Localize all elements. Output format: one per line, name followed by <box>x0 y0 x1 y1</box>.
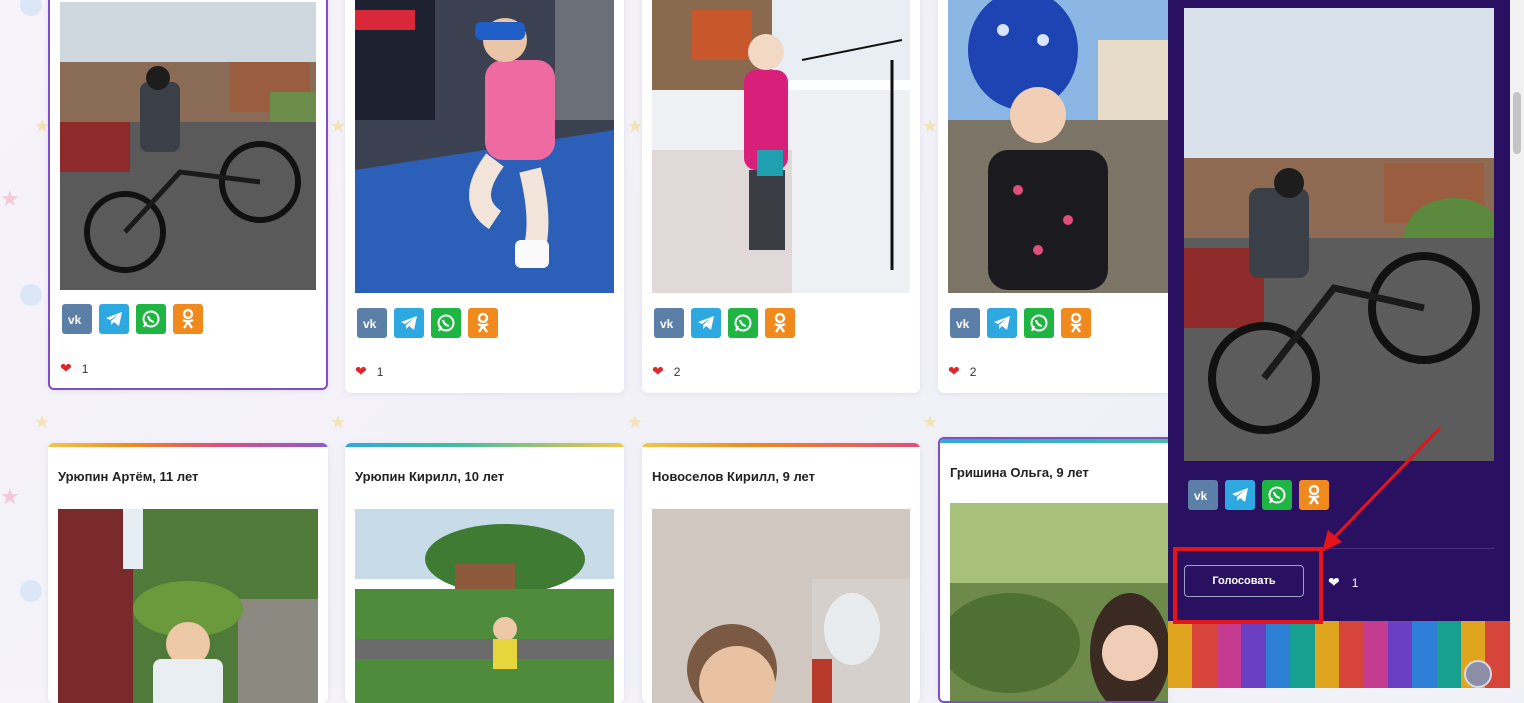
entry-photo[interactable] <box>652 0 910 293</box>
likes-count: 2 <box>673 364 681 379</box>
contest-card[interactable]: vk ❤ 1 <box>345 0 624 393</box>
contest-card[interactable]: vk ❤ 1 <box>48 0 328 390</box>
card-color-bar <box>48 443 328 447</box>
entry-photo[interactable] <box>355 509 614 703</box>
decor-star-icon: ★ <box>922 412 939 432</box>
odnoklassniki-icon[interactable] <box>1061 308 1091 338</box>
telegram-icon[interactable] <box>691 308 721 338</box>
entry-photo[interactable] <box>948 0 1168 293</box>
odnoklassniki-icon[interactable] <box>468 308 498 338</box>
decor-dot <box>20 284 42 306</box>
whatsapp-icon[interactable] <box>431 308 461 338</box>
entry-photo[interactable] <box>950 503 1168 701</box>
likes-counter: ❤ 2 <box>948 363 976 380</box>
whatsapp-icon[interactable] <box>136 304 166 334</box>
entry-photo[interactable] <box>58 509 318 703</box>
heart-icon[interactable]: ❤ <box>948 363 960 380</box>
scrollbar-thumb[interactable] <box>1513 92 1521 154</box>
page-scrollbar[interactable] <box>1510 0 1524 688</box>
participant-name: Новоселов Кирилл, 9 лет <box>652 469 815 484</box>
telegram-icon[interactable] <box>987 308 1017 338</box>
decor-star-icon: ★ <box>34 412 51 432</box>
heart-icon[interactable]: ❤ <box>60 360 72 377</box>
telegram-icon[interactable] <box>394 308 424 338</box>
contest-card[interactable]: Урюпин Кирилл, 10 лет <box>345 443 624 703</box>
contest-card[interactable]: vk ❤ 2 <box>938 0 1168 393</box>
participant-name: Гришина Ольга, 9 лет <box>950 465 1089 480</box>
card-color-bar <box>345 443 624 447</box>
vk-icon[interactable]: vk <box>1188 480 1218 510</box>
card-color-bar <box>642 443 920 447</box>
vk-icon[interactable]: vk <box>62 304 92 334</box>
likes-counter: ❤ 2 <box>652 363 680 380</box>
heart-icon[interactable]: ❤ <box>652 363 664 380</box>
decor-star-icon: ★ <box>627 412 644 432</box>
entry-photo[interactable] <box>355 0 614 293</box>
decor-star-icon: ★ <box>0 186 20 211</box>
decor-star-icon: ★ <box>922 116 939 136</box>
share-buttons: vk <box>357 308 498 338</box>
telegram-icon[interactable] <box>1225 480 1255 510</box>
card-color-bar <box>940 439 1168 443</box>
share-buttons: vk <box>654 308 795 338</box>
contest-card[interactable]: vk ❤ 2 <box>642 0 920 393</box>
panel-likes-counter: ❤ 1 <box>1328 574 1358 591</box>
notification-bell-icon[interactable] <box>1464 660 1492 688</box>
decor-star-icon: ★ <box>627 116 644 136</box>
vk-icon[interactable]: vk <box>654 308 684 338</box>
entry-photo[interactable] <box>652 509 910 703</box>
odnoklassniki-icon[interactable] <box>765 308 795 338</box>
whatsapp-icon[interactable] <box>728 308 758 338</box>
likes-count: 1 <box>376 364 384 379</box>
participant-name: Урюпин Артём, 11 лет <box>58 469 199 484</box>
likes-count: 1 <box>1351 575 1359 590</box>
share-buttons: vk <box>62 304 203 334</box>
decor-star-icon: ★ <box>330 116 347 136</box>
heart-icon[interactable]: ❤ <box>1328 574 1340 591</box>
vk-icon[interactable]: vk <box>357 308 387 338</box>
decor-dot <box>20 0 42 16</box>
telegram-icon[interactable] <box>99 304 129 334</box>
likes-counter: ❤ 1 <box>355 363 383 380</box>
contest-card[interactable]: Урюпин Артём, 11 лет <box>48 443 328 703</box>
annotation-arrow-icon <box>1322 426 1442 552</box>
whatsapp-icon[interactable] <box>1262 480 1292 510</box>
heart-icon[interactable]: ❤ <box>355 363 367 380</box>
selected-entry-photo <box>1184 8 1494 461</box>
decor-star-icon: ★ <box>0 484 20 509</box>
likes-count: 1 <box>81 361 89 376</box>
share-buttons: vk <box>950 308 1091 338</box>
decor-dot <box>20 580 42 602</box>
odnoklassniki-icon[interactable] <box>173 304 203 334</box>
decor-star-icon: ★ <box>330 412 347 432</box>
participant-name: Урюпин Кирилл, 10 лет <box>355 469 505 484</box>
svg-text:vk: vk <box>363 317 377 329</box>
vk-icon[interactable]: vk <box>950 308 980 338</box>
likes-counter: ❤ 1 <box>60 360 88 377</box>
whatsapp-icon[interactable] <box>1024 308 1054 338</box>
entry-photo[interactable] <box>60 2 316 290</box>
rainbow-stripes <box>1168 621 1510 688</box>
svg-text:vk: vk <box>660 317 674 329</box>
likes-count: 2 <box>969 364 977 379</box>
svg-text:vk: vk <box>1194 489 1208 501</box>
svg-text:vk: vk <box>68 313 82 325</box>
svg-text:vk: vk <box>956 317 970 329</box>
contest-card[interactable]: Гришина Ольга, 9 лет <box>938 437 1168 703</box>
contest-card[interactable]: Новоселов Кирилл, 9 лет <box>642 443 920 703</box>
